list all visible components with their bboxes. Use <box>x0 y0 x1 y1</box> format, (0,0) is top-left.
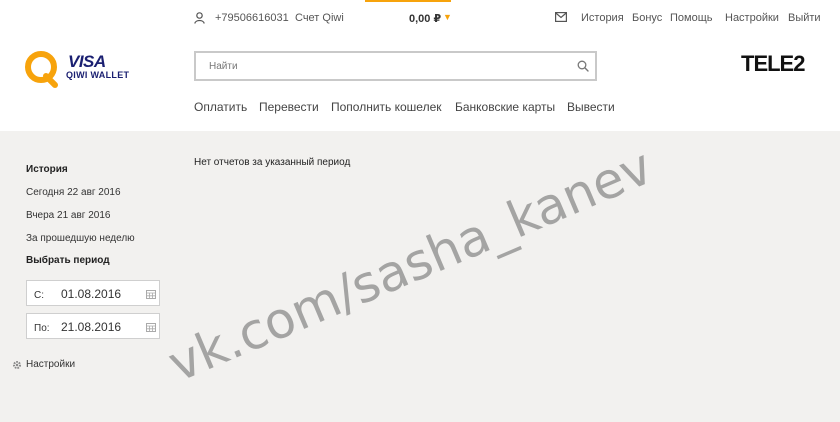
nav-bank-cards[interactable]: Банковские карты <box>455 100 555 114</box>
qiwi-q-icon <box>25 51 58 88</box>
qiwi-wallet-wordmark: QIWI WALLET <box>66 70 130 80</box>
date-to-label: По: <box>34 323 50 334</box>
toplink-bonus[interactable]: Бонус <box>632 12 662 24</box>
gear-icon <box>13 361 21 369</box>
toplink-help[interactable]: Помощь <box>670 12 713 24</box>
nav-transfer[interactable]: Перевести <box>259 100 319 114</box>
period-heading: Выбрать период <box>26 255 110 266</box>
top-bar: +79506616031 Счет Qiwi 0,00 ₽ ▼ История … <box>0 0 840 36</box>
balance-value[interactable]: 0,00 ₽ <box>409 12 441 25</box>
nav-withdraw[interactable]: Вывести <box>567 100 615 114</box>
toplink-settings[interactable]: Настройки <box>725 12 779 24</box>
search-icon[interactable] <box>577 60 589 72</box>
calendar-icon[interactable] <box>146 323 156 332</box>
nav-pay[interactable]: Оплатить <box>194 100 247 114</box>
date-from-value[interactable]: 01.08.2016 <box>61 287 121 301</box>
history-heading: История <box>26 164 68 175</box>
header: +79506616031 Счет Qiwi 0,00 ₽ ▼ История … <box>0 0 840 131</box>
mail-icon[interactable] <box>555 12 567 22</box>
balance-accent-line <box>365 0 451 2</box>
watermark-text: vk.com/sasha_kanev <box>160 137 661 394</box>
qiwi-logo[interactable]: VISA QIWI WALLET <box>24 50 139 90</box>
tele2-logo[interactable]: TELE2 <box>741 51 805 77</box>
date-from-field[interactable]: С: 01.08.2016 <box>26 280 160 306</box>
sidebar-item-yesterday[interactable]: Вчера 21 авг 2016 <box>26 210 110 221</box>
date-to-field[interactable]: По: 21.08.2016 <box>26 313 160 339</box>
user-icon[interactable] <box>194 12 205 24</box>
toplink-history[interactable]: История <box>581 12 624 24</box>
empty-report-message: Нет отчетов за указанный период <box>194 157 351 168</box>
settings-label: Настройки <box>26 359 76 370</box>
phone-number[interactable]: +79506616031 <box>215 12 289 24</box>
date-from-label: С: <box>34 290 44 301</box>
nav-topup[interactable]: Пополнить кошелек <box>331 100 442 114</box>
visa-wordmark: VISA <box>68 52 106 71</box>
toplink-logout[interactable]: Выйти <box>788 12 821 24</box>
search-input[interactable] <box>196 53 566 79</box>
search-box[interactable] <box>194 51 597 81</box>
calendar-icon[interactable] <box>146 290 156 299</box>
sidebar-item-today[interactable]: Сегодня 22 авг 2016 <box>26 187 121 198</box>
chevron-down-icon[interactable]: ▼ <box>443 12 452 22</box>
sidebar-item-last-week[interactable]: За прошедшую неделю <box>26 233 135 244</box>
date-to-value[interactable]: 21.08.2016 <box>61 320 121 334</box>
account-label[interactable]: Счет Qiwi <box>295 12 344 24</box>
